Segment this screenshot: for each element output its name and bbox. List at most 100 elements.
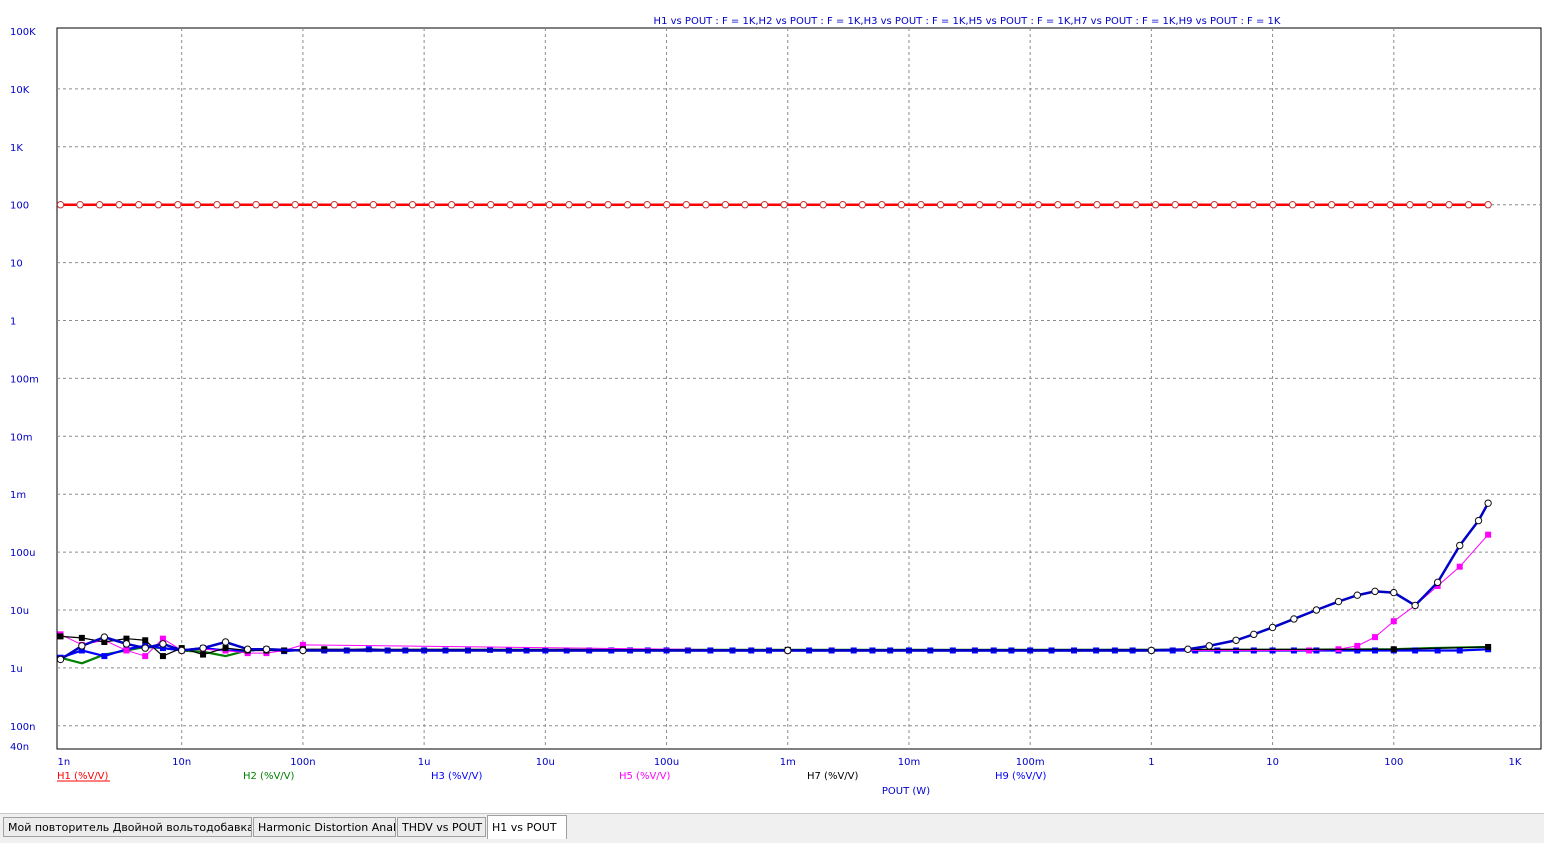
data-point <box>1372 634 1379 641</box>
y-tick-label: 10K <box>10 85 30 96</box>
data-point <box>1290 615 1298 623</box>
data-point <box>1484 201 1492 209</box>
data-point <box>799 201 808 209</box>
series-h5 <box>57 531 1492 660</box>
x-tick-label: 1m <box>780 757 796 768</box>
data-point <box>1353 591 1362 599</box>
data-point <box>878 201 886 209</box>
data-point <box>56 201 65 209</box>
data-point <box>760 201 769 209</box>
data-point <box>213 201 221 209</box>
data-point <box>142 653 149 660</box>
data-point <box>174 201 182 209</box>
data-point <box>1015 201 1023 209</box>
data-point <box>506 201 514 209</box>
data-point <box>1249 201 1258 209</box>
data-point <box>200 651 207 658</box>
y-tick-label: 100n <box>10 722 35 733</box>
series-line <box>60 534 1489 657</box>
y-tick-label: 1K <box>10 143 23 154</box>
series-h1 <box>56 201 1492 209</box>
data-point <box>819 201 827 209</box>
x-tick-label: 10 <box>1266 757 1279 768</box>
legend-item: H7 (%V/V) <box>807 771 859 782</box>
data-point <box>291 201 299 209</box>
data-point <box>897 201 906 209</box>
data-point <box>369 201 378 209</box>
data-point <box>1411 601 1419 610</box>
series-h7 <box>57 633 1492 660</box>
data-point <box>643 201 651 209</box>
data-point <box>252 201 260 209</box>
y-tick-label: 100 <box>10 201 29 212</box>
data-point <box>1390 588 1398 597</box>
data-point <box>858 201 867 209</box>
data-point <box>57 633 64 640</box>
data-point <box>428 201 436 209</box>
data-point <box>221 638 230 646</box>
data-point <box>101 653 108 660</box>
data-point <box>159 640 167 648</box>
data-point <box>1112 201 1121 209</box>
data-point <box>1371 587 1379 596</box>
plot-frame <box>56 27 1542 750</box>
data-point <box>135 201 143 209</box>
data-point <box>1456 647 1463 654</box>
y-tick-label: 100m <box>10 374 39 385</box>
data-point <box>100 633 109 641</box>
data-point <box>565 201 573 209</box>
data-point <box>545 201 554 209</box>
tab-h1-vs-pout[interactable]: H1 vs POUT <box>487 815 567 839</box>
y-tick-label: 1 <box>10 317 16 328</box>
data-point <box>1034 201 1043 209</box>
tab-thdv-vs-pout[interactable]: THDV vs POUT <box>397 817 486 837</box>
data-point <box>780 201 788 209</box>
tab-circuit-file[interactable]: Мой повторитель Двойной вольтодобавка.CI… <box>3 817 252 837</box>
data-point <box>1347 201 1355 209</box>
y-tick-label: 100u <box>10 548 35 559</box>
data-point <box>1093 201 1101 209</box>
data-point <box>199 644 207 652</box>
chart-title: H1 vs POUT : F = 1K,H2 vs POUT : F = 1K,… <box>654 16 1281 27</box>
y-tick-label: 10m <box>10 432 32 443</box>
data-point <box>447 201 456 209</box>
data-point <box>784 646 792 655</box>
data-point <box>1334 597 1343 606</box>
legend-item: H2 (%V/V) <box>243 771 295 782</box>
data-point <box>78 634 85 641</box>
data-point <box>389 201 397 209</box>
y-tick-label: 10 <box>10 259 23 270</box>
data-point <box>1269 201 1277 209</box>
data-point <box>1474 516 1483 525</box>
data-point <box>1485 531 1492 538</box>
data-point <box>154 201 162 209</box>
data-point <box>271 201 280 209</box>
series-h9 <box>56 499 1492 664</box>
document-tabbar: Мой повторитель Двойной вольтодобавка.CI… <box>0 813 1544 843</box>
data-point <box>122 640 131 648</box>
data-point <box>222 645 229 652</box>
data-point <box>584 201 593 209</box>
x-tick-label: 1 <box>1148 757 1154 768</box>
legend-item: H3 (%V/V) <box>431 771 483 782</box>
x-tick-label: 1n <box>58 757 71 768</box>
grid-lines <box>57 28 1541 749</box>
data-point <box>350 201 358 209</box>
data-point <box>141 644 149 652</box>
data-point <box>1372 647 1379 654</box>
data-point <box>604 201 612 209</box>
data-point <box>1230 201 1238 209</box>
data-point <box>1354 642 1361 649</box>
data-point <box>487 201 495 209</box>
data-point <box>1132 201 1140 209</box>
data-point <box>330 201 338 209</box>
x-tick-label: 100n <box>290 757 315 768</box>
x-tick-label: 1u <box>418 757 431 768</box>
data-point <box>1151 201 1160 209</box>
data-point <box>159 653 166 660</box>
data-point <box>1484 499 1492 507</box>
data-point <box>1390 646 1397 653</box>
y-tick-label: 1u <box>10 664 23 675</box>
x-tick-label: 10m <box>898 757 920 768</box>
tab-harmonic-distortion-analysis[interactable]: Harmonic Distortion Analysis <box>253 817 396 837</box>
